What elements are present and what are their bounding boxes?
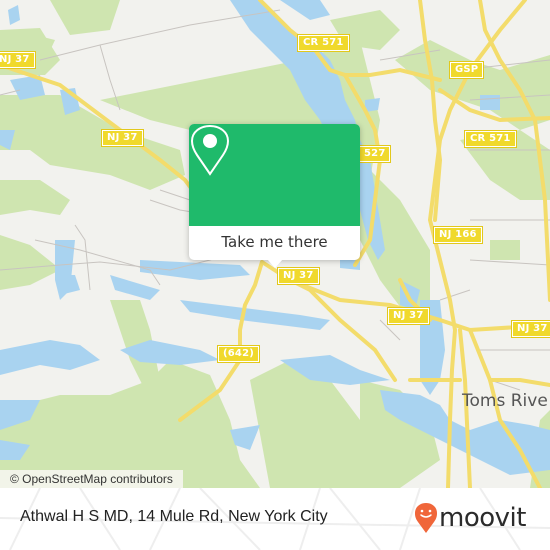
route-shield-cr571-top: CR 571 (297, 34, 350, 52)
map-pin-icon (190, 124, 230, 176)
map-view[interactable]: NJ 37 NJ 37 CR 571 GSP CR 571 527 NJ 166… (0, 0, 550, 488)
popup-pointer (267, 259, 283, 268)
route-shield-cr571-right: CR 571 (464, 130, 517, 148)
route-shield-cr642: (642) (216, 345, 261, 363)
route-shield-nj37-top-left: NJ 37 (0, 51, 36, 69)
route-shield-nj37-far-east: NJ 37 (511, 320, 550, 338)
moovit-wordmark: moovit (439, 503, 526, 533)
map-attribution[interactable]: © OpenStreetMap contributors (0, 470, 183, 488)
place-label-toms-river: Toms Rive (462, 391, 548, 411)
route-shield-gsp: GSP (448, 61, 485, 79)
location-popup[interactable]: Take me there (189, 124, 360, 268)
popup-header (189, 124, 360, 226)
location-title: Athwal H S MD, 14 Mule Rd, New York City (20, 508, 328, 525)
footer-bar: Athwal H S MD, 14 Mule Rd, New York City… (0, 488, 550, 550)
moovit-smiley-pin-icon (415, 503, 437, 533)
route-shield-nj37-left: NJ 37 (101, 129, 144, 147)
route-shield-nj166: NJ 166 (433, 226, 483, 244)
route-shield-cr527: 527 (357, 145, 392, 163)
take-me-there-button[interactable]: Take me there (189, 226, 360, 260)
moovit-logo[interactable]: moovit (414, 501, 544, 535)
route-shield-nj37-center: NJ 37 (277, 267, 320, 285)
route-shield-nj37-east: NJ 37 (387, 307, 430, 325)
